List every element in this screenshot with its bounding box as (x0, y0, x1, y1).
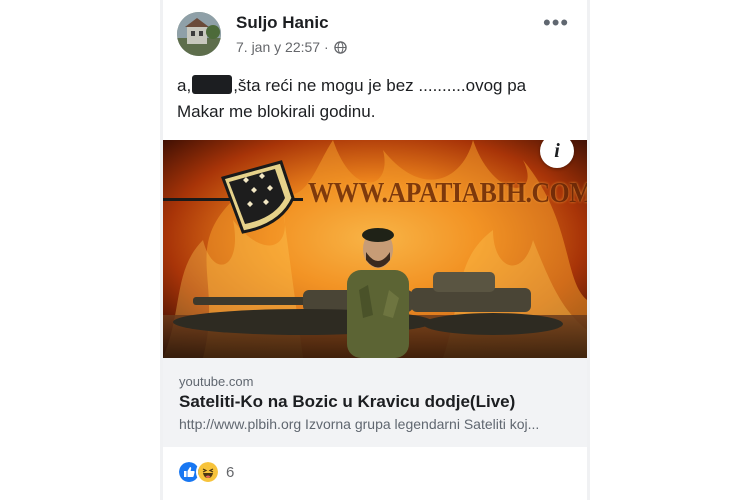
link-description: http://www.plbih.org Izvorna grupa legen… (179, 416, 540, 432)
background-left (0, 0, 160, 500)
link-title[interactable]: Sateliti-Ko na Bozic u Kravicu dodje(Liv… (179, 392, 515, 412)
avatar-image (177, 12, 221, 56)
post-header: Suljo Hanic 7. jan у 22:57 · ••• (163, 0, 587, 60)
watermark-text: WWW.APATIABIH.COM (308, 178, 587, 209)
redaction-mark (192, 75, 233, 94)
author-name[interactable]: Suljo Hanic (236, 13, 329, 33)
haha-icon (196, 460, 220, 484)
globe-icon (333, 40, 347, 54)
link-meta[interactable]: youtube.com Sateliti-Ko na Bozic u Kravi… (163, 358, 587, 447)
post-card: Suljo Hanic 7. jan у 22:57 · ••• a, ,šta … (163, 0, 587, 500)
avatar[interactable] (177, 12, 221, 56)
post-timestamp[interactable]: 7. jan у 22:57 · (236, 39, 347, 55)
reaction-count: 6 (226, 463, 235, 481)
timestamp-text: 7. jan у 22:57 · (236, 39, 329, 55)
link-preview-image[interactable]: WWW.APATIABIH.COM i (163, 140, 587, 358)
fire-background (163, 140, 587, 358)
post-text-prefix: a, (177, 76, 192, 95)
link-preview-card[interactable]: WWW.APATIABIH.COM i youtube.com Sateliti… (163, 140, 587, 447)
background-right (590, 0, 750, 500)
link-domain: youtube.com (179, 374, 254, 389)
reaction-summary[interactable]: 6 (177, 460, 234, 484)
post-text: a, ,šta reći ne mogu je bez ..........ovo… (177, 73, 577, 125)
more-options-icon[interactable]: ••• (543, 10, 569, 36)
